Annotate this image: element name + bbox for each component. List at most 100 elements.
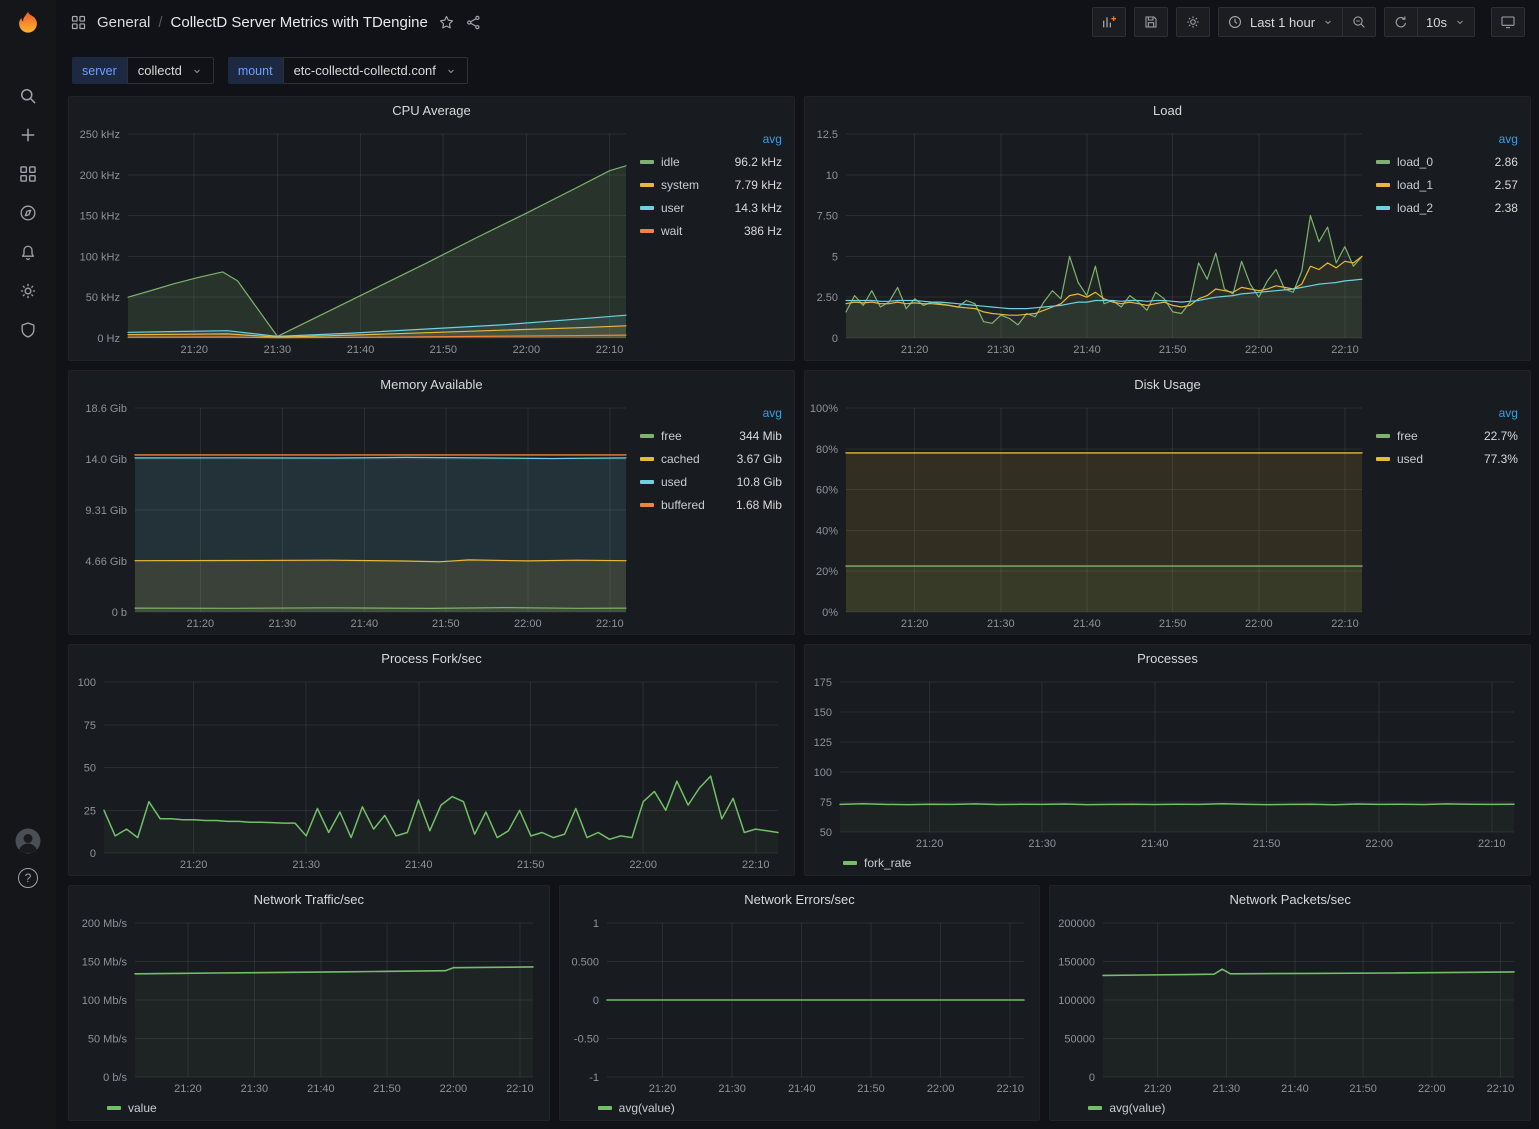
legend-item-load_2[interactable]: load_22.38	[1376, 196, 1518, 219]
svg-text:21:30: 21:30	[1213, 1083, 1241, 1095]
navbar-actions: Last 1 hour 10s	[1092, 7, 1525, 37]
refresh-button[interactable]	[1384, 7, 1418, 37]
legend-swatch	[640, 434, 654, 438]
legend-item-avgvalue[interactable]: avg(value)	[1088, 1097, 1165, 1118]
svg-text:2.50: 2.50	[817, 292, 838, 304]
panel-title[interactable]: Network Packets/sec	[1050, 886, 1530, 913]
panel-title[interactable]: Processes	[805, 645, 1530, 672]
network-errors-chart[interactable]: -1-0.5000.500121:2021:3021:4021:5022:002…	[564, 913, 1036, 1097]
legend-item-fork_rate[interactable]: fork_rate	[843, 852, 911, 873]
svg-text:9.31 Gib: 9.31 Gib	[85, 505, 127, 517]
legend-swatch	[1376, 183, 1390, 187]
memory-available-chart[interactable]: 0 b4.66 Gib9.31 Gib14.0 Gib18.6 Gib21:20…	[73, 398, 638, 632]
variable-mount-select[interactable]: etc-collectd-collectd.conf	[283, 57, 468, 84]
legend-item-system[interactable]: system7.79 kHz	[640, 173, 782, 196]
svg-text:22:10: 22:10	[596, 344, 624, 356]
top-navbar: General / CollectD Server Metrics with T…	[56, 0, 1539, 44]
add-panel-button[interactable]	[1092, 7, 1126, 37]
svg-text:21:30: 21:30	[292, 859, 320, 871]
process-fork-chart[interactable]: 025507510021:2021:3021:4021:5022:0022:10	[73, 672, 790, 873]
server-admin-shield-icon[interactable]	[0, 310, 56, 349]
legend-item-wait[interactable]: wait386 Hz	[640, 219, 782, 242]
legend-item-cached[interactable]: cached3.67 Gib	[640, 447, 782, 470]
alerting-bell-icon[interactable]	[0, 232, 56, 271]
sidebar-bottom: ?	[0, 826, 56, 888]
save-dashboard-button[interactable]	[1134, 7, 1168, 37]
svg-text:40%: 40%	[816, 525, 838, 537]
dashboard-grid-icon[interactable]	[70, 14, 87, 31]
legend-item-free[interactable]: free344 Mib	[640, 424, 782, 447]
legend-item-user[interactable]: user14.3 kHz	[640, 196, 782, 219]
svg-text:10: 10	[826, 170, 838, 182]
legend-swatch	[640, 206, 654, 210]
dashboard-title[interactable]: CollectD Server Metrics with TDengine	[171, 14, 428, 31]
explore-compass-icon[interactable]	[0, 193, 56, 232]
svg-text:200 kHz: 200 kHz	[80, 170, 120, 182]
panel-title[interactable]: Process Fork/sec	[69, 645, 794, 672]
panel-title[interactable]: CPU Average	[69, 97, 794, 124]
legend-swatch	[1376, 457, 1390, 461]
dashboard-settings-button[interactable]	[1176, 7, 1210, 37]
panel-title-text: Disk Usage	[1134, 377, 1200, 392]
legend-item-avgvalue[interactable]: avg(value)	[598, 1097, 675, 1118]
variable-server-value: collectd	[138, 63, 182, 78]
panel-title[interactable]: Disk Usage	[805, 371, 1530, 398]
star-icon[interactable]	[438, 14, 455, 31]
panel-title[interactable]: Network Errors/sec	[560, 886, 1040, 913]
svg-text:22:00: 22:00	[513, 344, 541, 356]
legend-item-used[interactable]: used10.8 Gib	[640, 470, 782, 493]
user-avatar[interactable]	[13, 826, 43, 856]
cpu-average-chart[interactable]: 0 Hz50 kHz100 kHz150 kHz200 kHz250 kHz21…	[73, 124, 638, 358]
variable-server-select[interactable]: collectd	[127, 57, 214, 84]
disk-usage-chart[interactable]: 0%20%40%60%80%100%21:2021:3021:4021:5022…	[809, 398, 1374, 632]
svg-text:0%: 0%	[822, 607, 838, 619]
network-traffic-chart[interactable]: 0 b/s50 Mb/s100 Mb/s150 Mb/s200 Mb/s21:2…	[73, 913, 545, 1097]
load-chart[interactable]: 02.5057.501012.521:2021:3021:4021:5022:0…	[809, 124, 1374, 358]
svg-text:150000: 150000	[1059, 957, 1096, 969]
refresh-interval-dropdown[interactable]: 10s	[1418, 7, 1475, 37]
svg-text:100%: 100%	[810, 403, 838, 415]
svg-text:21:40: 21:40	[307, 1083, 335, 1095]
processes-chart[interactable]: 507510012515017521:2021:3021:4021:5022:0…	[809, 672, 1526, 852]
svg-text:0 Hz: 0 Hz	[97, 333, 120, 345]
panel-title[interactable]: Network Traffic/sec	[69, 886, 549, 913]
grafana-logo-icon[interactable]	[13, 9, 43, 44]
network-packets-chart[interactable]: 05000010000015000020000021:2021:3021:402…	[1054, 913, 1526, 1097]
legend-item-idle[interactable]: idle96.2 kHz	[640, 150, 782, 173]
legend-item-load_1[interactable]: load_12.57	[1376, 173, 1518, 196]
search-icon[interactable]	[0, 76, 56, 115]
legend-swatch	[640, 229, 654, 233]
svg-text:21:50: 21:50	[373, 1083, 401, 1095]
legend-item-used[interactable]: used77.3%	[1376, 447, 1518, 470]
help-icon[interactable]: ?	[18, 868, 38, 888]
svg-text:250 kHz: 250 kHz	[80, 129, 120, 141]
panel-processes: Processes 507510012515017521:2021:3021:4…	[804, 644, 1531, 876]
legend-item-free[interactable]: free22.7%	[1376, 424, 1518, 447]
legend-swatch	[1376, 434, 1390, 438]
svg-text:75: 75	[820, 797, 832, 809]
legend-swatch	[1376, 206, 1390, 210]
legend-series-value: 344 Mib	[729, 429, 782, 443]
legend-item-value[interactable]: value	[107, 1097, 157, 1118]
cycle-view-mode-button[interactable]	[1491, 7, 1525, 37]
legend-item-buffered[interactable]: buffered1.68 Mib	[640, 493, 782, 516]
legend-series-value: 2.38	[1485, 201, 1518, 215]
configuration-gear-icon[interactable]	[0, 271, 56, 310]
legend-item-load_0[interactable]: load_02.86	[1376, 150, 1518, 173]
svg-text:0 b: 0 b	[112, 607, 127, 619]
svg-text:21:40: 21:40	[351, 618, 379, 630]
panel-title[interactable]: Memory Available	[69, 371, 794, 398]
variable-server-label: server	[72, 57, 127, 84]
breadcrumb-folder[interactable]: General	[97, 14, 150, 31]
zoom-out-button[interactable]	[1343, 7, 1376, 37]
dashboards-icon[interactable]	[0, 154, 56, 193]
panel-title[interactable]: Load	[805, 97, 1530, 124]
legend-stat-header: avg	[1376, 128, 1518, 150]
time-range-picker[interactable]: Last 1 hour	[1218, 7, 1343, 37]
legend-series-name: load_1	[1397, 178, 1433, 192]
share-icon[interactable]	[465, 14, 482, 31]
dashboard-grid: CPU Average 0 Hz50 kHz100 kHz150 kHz200 …	[56, 96, 1539, 1121]
create-plus-icon[interactable]	[0, 115, 56, 154]
svg-text:21:30: 21:30	[1028, 838, 1056, 850]
clock-icon	[1227, 14, 1243, 30]
